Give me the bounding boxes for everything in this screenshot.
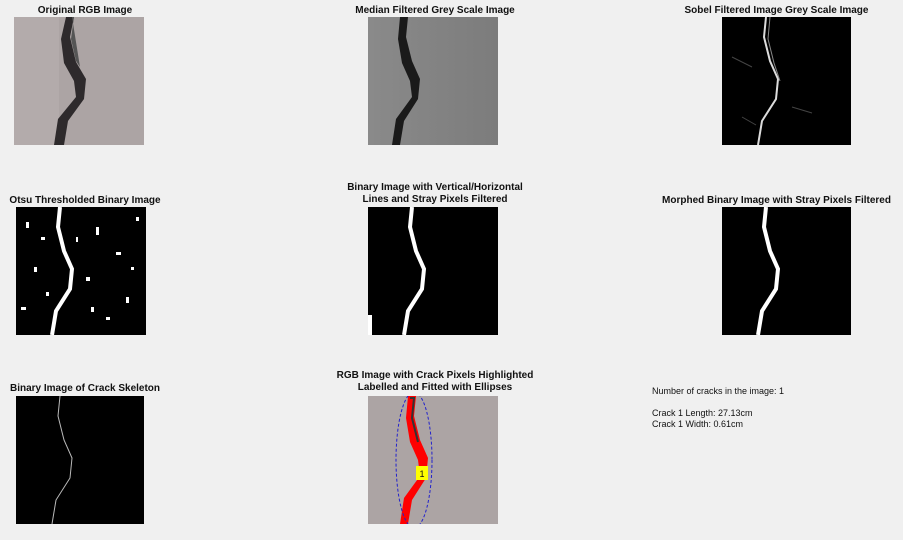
crack-width: Crack 1 Width: 0.61cm (652, 419, 744, 429)
skeleton-image (16, 396, 144, 524)
rgb-highlighted-image: 1 (368, 396, 498, 524)
sobel-filtered-image (722, 17, 851, 145)
panel-median-filtered: Median Filtered Grey Scale Image (300, 0, 570, 150)
median-filtered-image (368, 17, 498, 145)
binary-filtered-image (368, 207, 498, 335)
results-text: Number of cracks in the image: 1 Crack 1… (652, 386, 784, 430)
original-rgb-image (14, 17, 144, 145)
panel-original-rgb: Original RGB Image (0, 0, 170, 150)
morphed-binary-image (722, 207, 851, 335)
panel-rgb-highlighted: RGB Image with Crack Pixels Highlighted … (300, 370, 570, 530)
panel-skeleton: Binary Image of Crack Skeleton (0, 370, 170, 530)
panel-title: Binary Image with Vertical/Horizontal Li… (347, 182, 523, 205)
panel-morphed: Morphed Binary Image with Stray Pixels F… (650, 185, 903, 335)
panel-otsu: Otsu Thresholded Binary Image (0, 185, 170, 335)
panel-binary-filtered: Binary Image with Vertical/Horizontal Li… (300, 182, 570, 335)
panel-title: Median Filtered Grey Scale Image (355, 5, 515, 16)
panel-title: Binary Image of Crack Skeleton (9, 383, 161, 394)
otsu-binary-image (16, 207, 146, 335)
panel-title: Sobel Filtered Image Grey Scale Image (684, 5, 869, 16)
panel-title: Otsu Thresholded Binary Image (9, 195, 161, 206)
panel-title: RGB Image with Crack Pixels Highlighted … (336, 370, 534, 393)
crack-label-text: 1 (419, 469, 424, 479)
crack-length: Crack 1 Length: 27.13cm (652, 408, 753, 418)
panel-title: Original RGB Image (37, 5, 133, 16)
panel-sobel: Sobel Filtered Image Grey Scale Image (650, 0, 903, 150)
crack-count: Number of cracks in the image: 1 (652, 386, 785, 396)
panel-title: Morphed Binary Image with Stray Pixels F… (662, 195, 891, 206)
